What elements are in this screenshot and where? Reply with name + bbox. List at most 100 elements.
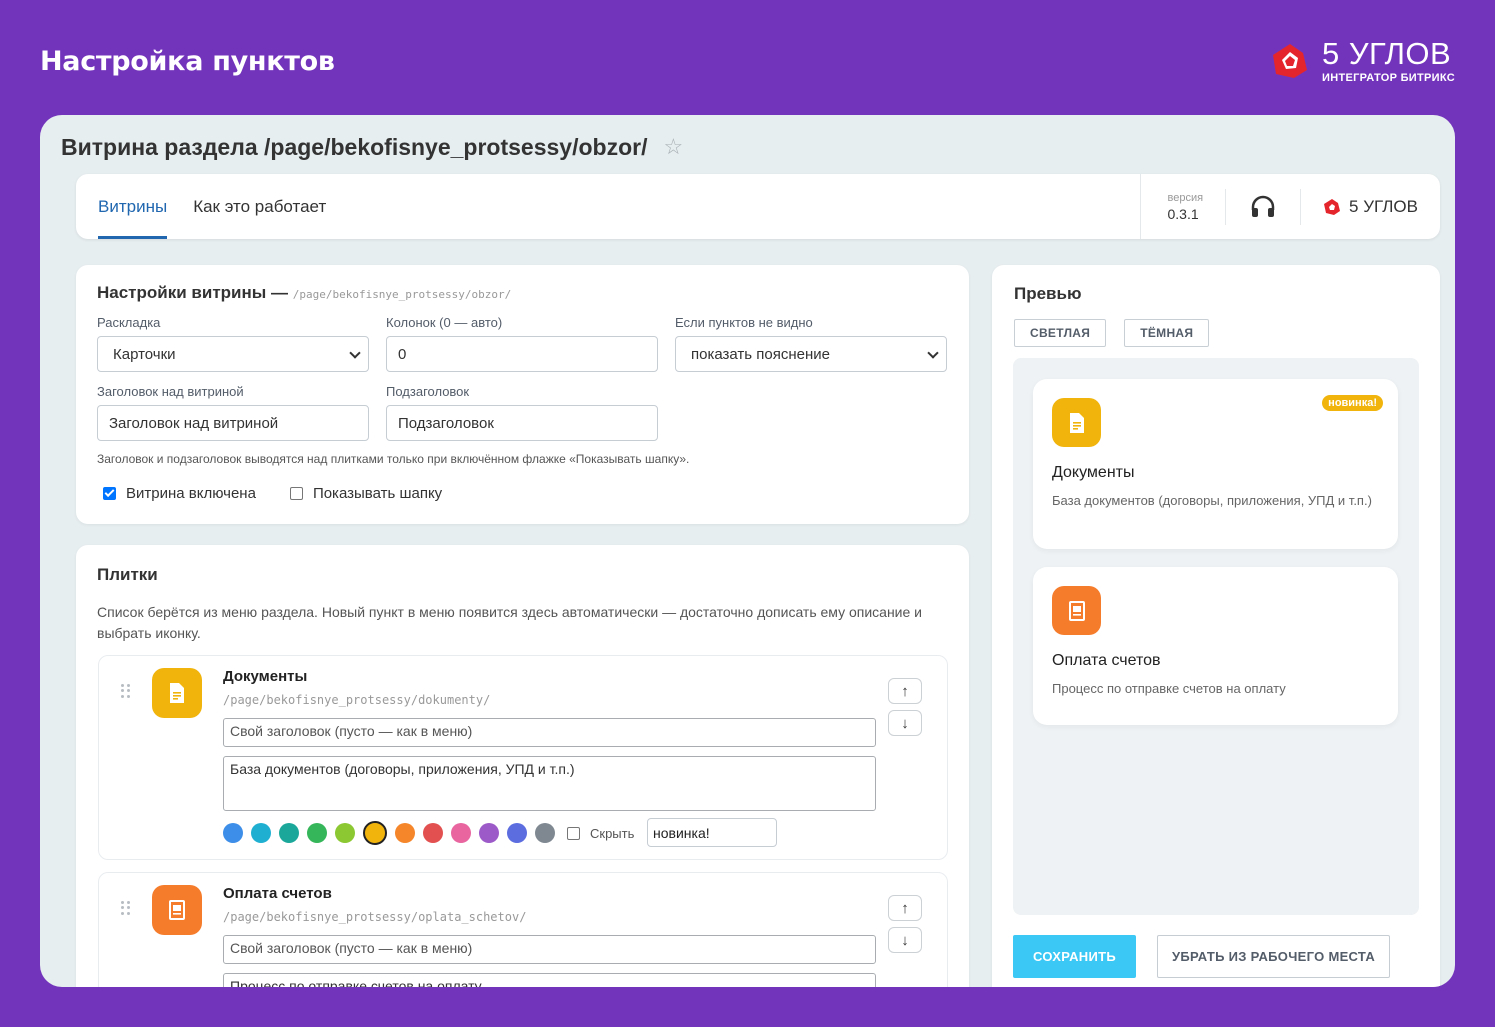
brand-button[interactable]: 5 УГЛОВ	[1301, 189, 1440, 225]
layout-select-value: Карточки	[113, 345, 176, 363]
theme-dark-button[interactable]: ТЁМНАЯ	[1124, 319, 1210, 347]
layout-label: Раскладка	[97, 315, 161, 330]
tile-item-documents: Документы /page/bekofisnye_protsessy/dok…	[98, 655, 948, 860]
color-swatch[interactable]	[363, 821, 387, 845]
color-swatch[interactable]	[507, 823, 527, 843]
document-icon	[1052, 398, 1101, 447]
brand-logo: 5 УГЛОВ ИНТЕГРАТОР БИТРИКС	[1270, 38, 1455, 84]
empty-state-select-value: показать пояснение	[691, 345, 830, 363]
tab-showcases[interactable]: Витрины	[85, 174, 180, 239]
banner-title: Настройка пунктов	[40, 46, 335, 77]
layout-select[interactable]: Карточки	[97, 336, 369, 372]
columns-label: Колонок (0 — авто)	[386, 315, 503, 330]
version-info: версия 0.3.1	[1141, 188, 1227, 225]
tile-description-textarea[interactable]: База документов (договоры, приложения, У…	[223, 756, 876, 811]
columns-input[interactable]: 0	[386, 336, 658, 372]
show-header-checkbox[interactable]: Показывать шапку	[284, 485, 442, 502]
document-icon[interactable]	[152, 668, 202, 718]
columns-input-value: 0	[398, 345, 407, 363]
preview-card-invoices[interactable]: Оплата счетов Процесс по отправке счетов…	[1033, 567, 1398, 725]
empty-state-label: Если пунктов не видно	[675, 315, 813, 330]
logo-name: 5 УГЛОВ	[1322, 36, 1452, 71]
heading-input[interactable]: Заголовок над витриной	[97, 405, 369, 441]
color-swatch[interactable]	[451, 823, 471, 843]
move-up-button[interactable]: ↑	[888, 678, 922, 704]
tab-how-it-works[interactable]: Как это работает	[180, 174, 339, 239]
checkbox-checked[interactable]	[103, 487, 116, 500]
tile-description-textarea[interactable]: Процесс по отправке счетов на оплату	[223, 973, 876, 987]
color-swatch[interactable]	[251, 823, 271, 843]
color-swatch[interactable]	[423, 823, 443, 843]
tile-path: /page/bekofisnye_protsessy/dokumenty/	[223, 693, 491, 707]
logo-star-icon	[1273, 44, 1307, 78]
header-hint: Заголовок и подзаголовок выводятся над п…	[97, 452, 690, 466]
hide-label: Скрыть	[590, 826, 635, 841]
enabled-checkbox[interactable]: Витрина включена	[97, 485, 256, 502]
badge-input[interactable]: новинка!	[647, 818, 777, 847]
version-number: 0.3.1	[1167, 205, 1199, 222]
settings-title: Настройки витрины —	[97, 283, 288, 302]
color-swatch[interactable]	[223, 823, 243, 843]
empty-state-select[interactable]: показать пояснение	[675, 336, 947, 372]
tiles-description: Список берётся из меню раздела. Новый пу…	[97, 604, 923, 641]
invoice-icon	[1052, 586, 1101, 635]
subheading-input[interactable]: Подзаголовок	[386, 405, 658, 441]
app-window: Витрина раздела /page/bekofisnye_protses…	[40, 115, 1455, 987]
preview-card-desc: Процесс по отправке счетов на оплату	[1052, 681, 1286, 696]
tile-item-invoices: Оплата счетов /page/bekofisnye_protsessy…	[98, 872, 948, 987]
preview-title: Превью	[1014, 284, 1082, 303]
logo-subtitle: ИНТЕГРАТОР БИТРИКС	[1322, 72, 1455, 84]
preview-area: новинка! Документы База документов (дого…	[1013, 358, 1419, 915]
color-swatch[interactable]	[535, 823, 555, 843]
color-swatch[interactable]	[335, 823, 355, 843]
move-up-button[interactable]: ↑	[888, 895, 922, 921]
settings-heading: Настройки витрины — /page/bekofisnye_pro…	[97, 283, 948, 303]
drag-handle-icon[interactable]	[121, 684, 131, 698]
theme-light-button[interactable]: СВЕТЛАЯ	[1014, 319, 1107, 347]
invoice-icon[interactable]	[152, 885, 202, 935]
preview-card-documents[interactable]: новинка! Документы База документов (дого…	[1033, 379, 1398, 549]
support-button[interactable]	[1226, 188, 1302, 225]
color-swatch[interactable]	[395, 823, 415, 843]
color-palette	[223, 821, 555, 845]
enabled-label: Витрина включена	[126, 485, 256, 502]
tile-name: Оплата счетов	[223, 885, 332, 902]
tile-title-input[interactable]: Свой заголовок (пусто — как в меню)	[223, 935, 876, 964]
drag-handle-icon[interactable]	[121, 901, 131, 915]
checkbox-unchecked[interactable]	[289, 487, 303, 500]
brand-label: 5 УГЛОВ	[1349, 196, 1418, 216]
save-button[interactable]: СОХРАНИТЬ	[1013, 935, 1136, 978]
preview-card-title: Документы	[1052, 464, 1135, 481]
subheading-label: Подзаголовок	[386, 384, 470, 399]
color-swatch[interactable]	[479, 823, 499, 843]
move-down-button[interactable]: ↓	[888, 927, 922, 953]
tiles-panel: Плитки Список берётся из меню раздела. Н…	[76, 545, 969, 987]
preview-card-title: Оплата счетов	[1052, 652, 1161, 669]
tiles-title: Плитки	[97, 565, 158, 584]
tile-path: /page/bekofisnye_protsessy/oplata_scheto…	[223, 910, 527, 924]
subheading-input-value: Подзаголовок	[398, 414, 494, 432]
headphones-icon	[1251, 195, 1275, 217]
show-header-label: Показывать шапку	[312, 485, 443, 502]
color-swatch[interactable]	[279, 823, 299, 843]
tile-name: Документы	[223, 668, 308, 685]
remove-from-workspace-button[interactable]: УБРАТЬ ИЗ РАБОЧЕГО МЕСТА	[1157, 935, 1390, 978]
heading-label: Заголовок над витриной	[97, 384, 244, 399]
page-title-text: Витрина раздела /page/bekofisnye_protses…	[61, 133, 648, 160]
heading-input-value: Заголовок над витриной	[109, 414, 279, 432]
tile-title-input[interactable]: Свой заголовок (пусто — как в меню)	[223, 718, 876, 747]
new-badge: новинка!	[1322, 395, 1383, 411]
brand-star-icon	[1324, 198, 1341, 215]
chevron-down-icon	[927, 347, 939, 359]
settings-panel: Настройки витрины — /page/bekofisnye_pro…	[76, 265, 969, 524]
color-swatch[interactable]	[307, 823, 327, 843]
chevron-down-icon	[349, 347, 361, 359]
top-navigation: Витрины Как это работает версия 0.3.1 5 …	[76, 174, 1440, 239]
preview-card-desc: База документов (договоры, приложения, У…	[1052, 493, 1372, 508]
settings-path: /page/bekofisnye_protsessy/obzor/	[292, 288, 512, 301]
page-title: Витрина раздела /page/bekofisnye_protses…	[61, 125, 683, 169]
move-down-button[interactable]: ↓	[888, 710, 922, 736]
favorite-star-icon[interactable]: ☆	[663, 134, 683, 160]
hide-checkbox[interactable]: Скрыть	[567, 826, 634, 841]
checkbox-unchecked[interactable]	[567, 827, 580, 840]
